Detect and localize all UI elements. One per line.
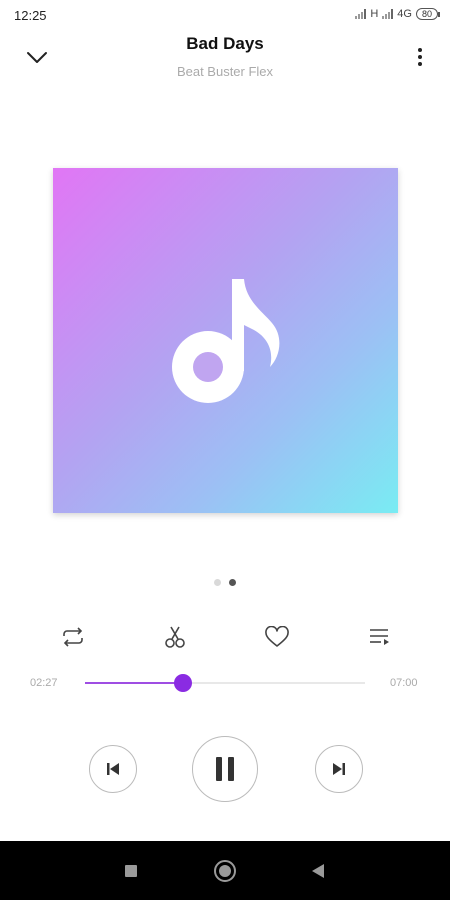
more-vertical-icon: [418, 48, 422, 66]
playlist-icon: [370, 629, 389, 645]
square-icon: [125, 865, 137, 877]
pause-icon: [216, 757, 234, 781]
playlist-button[interactable]: [364, 622, 394, 652]
music-player-screen: 12:25 H 4G 80 Bad Days Beat Buster Flex: [0, 0, 450, 900]
back-button[interactable]: [304, 857, 332, 885]
more-options-button[interactable]: [410, 42, 430, 72]
seek-bar[interactable]: [85, 674, 365, 692]
signal-icon: [382, 9, 394, 19]
page-indicator: [0, 579, 450, 586]
song-title: Bad Days: [186, 34, 264, 53]
home-button[interactable]: [211, 857, 239, 885]
status-icons: H 4G 80: [355, 8, 441, 20]
album-art[interactable]: [53, 168, 398, 513]
music-note-icon: [171, 278, 279, 403]
heart-icon: [265, 626, 289, 647]
network-type-label: H: [370, 8, 379, 20]
scissors-icon: [165, 626, 185, 648]
page-dot-active[interactable]: [229, 579, 236, 586]
favorite-button[interactable]: [262, 622, 292, 652]
seek-bar-progress: [85, 682, 183, 684]
battery-icon: 80: [415, 8, 441, 20]
next-button[interactable]: [315, 745, 363, 793]
repeat-button[interactable]: [58, 622, 88, 652]
trim-button[interactable]: [160, 622, 190, 652]
play-pause-button[interactable]: [192, 736, 258, 802]
page-dot[interactable]: [214, 579, 221, 586]
status-time: 12:25: [14, 8, 47, 23]
recents-button[interactable]: [117, 857, 145, 885]
navigation-bar: [0, 841, 450, 900]
triangle-back-icon: [312, 864, 324, 878]
skip-previous-icon: [107, 763, 119, 775]
signal-icon: [355, 9, 367, 19]
total-time: 07:00: [390, 677, 418, 689]
circle-icon: [214, 860, 236, 882]
elapsed-time: 02:27: [30, 677, 58, 689]
status-bar: 12:25 H 4G 80: [0, 0, 450, 32]
seek-bar-thumb[interactable]: [174, 674, 192, 692]
skip-next-icon: [333, 763, 345, 775]
repeat-icon: [63, 627, 83, 647]
previous-button[interactable]: [89, 745, 137, 793]
network-type-label: 4G: [397, 8, 412, 20]
song-artist: Beat Buster Flex: [176, 64, 274, 79]
